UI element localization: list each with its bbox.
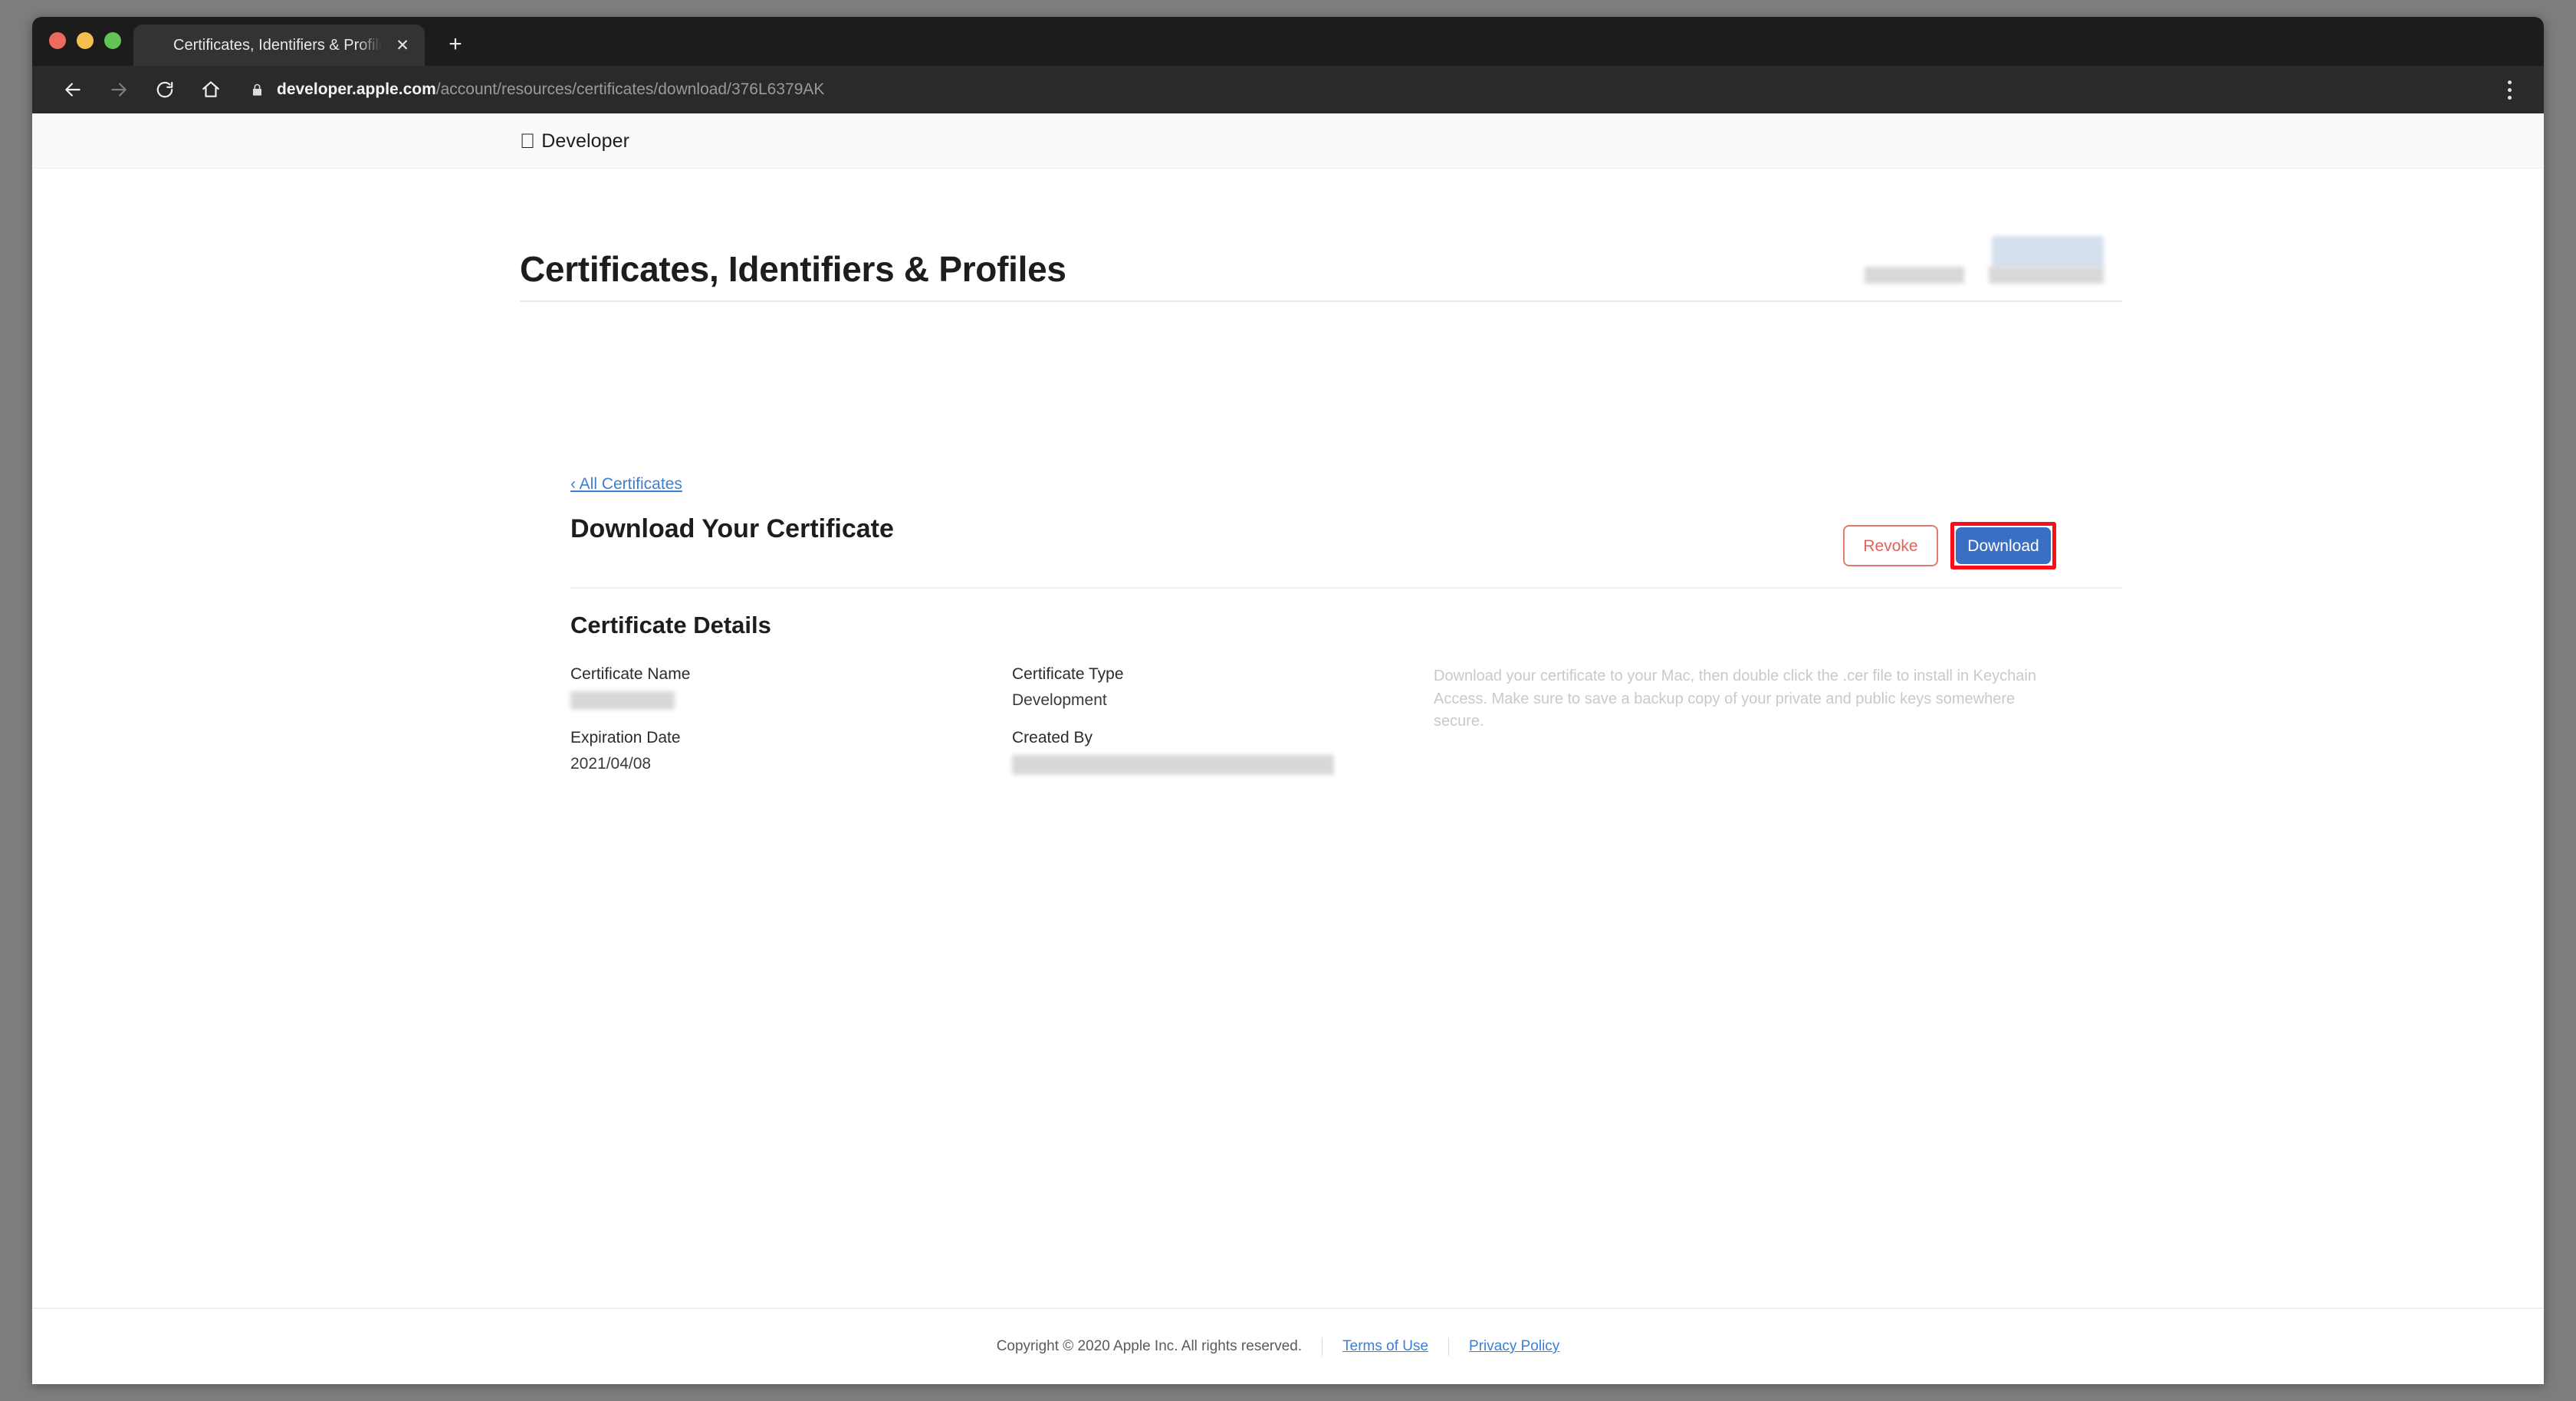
three-dot-menu-icon[interactable] — [2492, 71, 2527, 109]
browser-tab[interactable]: Certificates, Identifiers & Profiles ✕ — [133, 25, 425, 66]
maximize-window-button[interactable] — [104, 32, 121, 49]
url-path: /account/resources/certificates/download… — [435, 80, 825, 98]
revoke-button[interactable]: Revoke — [1843, 525, 1938, 566]
created-by-redacted — [1012, 755, 1334, 775]
tab-strip: Certificates, Identifiers & Profiles ✕ + — [32, 17, 2544, 66]
field-label: Certificate Type — [1012, 665, 1124, 683]
download-button-highlight: Download — [1950, 522, 2056, 569]
details-heading: Certificate Details — [570, 612, 771, 638]
browser-toolbar: developer.apple.com/account/resources/ce… — [32, 66, 2544, 113]
section-title: Download Your Certificate — [570, 514, 894, 543]
back-arrow-icon[interactable] — [52, 69, 94, 110]
account-badge-redacted — [1992, 236, 2104, 268]
forward-arrow-icon[interactable] — [98, 69, 140, 110]
field-value: 2021/04/08 — [570, 755, 652, 773]
page-footer: Copyright © 2020 Apple Inc. All rights r… — [32, 1307, 2544, 1384]
brand-label: Developer — [526, 130, 629, 152]
account-name-redacted — [1865, 267, 1964, 284]
footer-copyright: Copyright © 2020 Apple Inc. All rights r… — [996, 1338, 1303, 1354]
field-label: Expiration Date — [570, 729, 681, 746]
lock-icon — [250, 83, 264, 97]
privacy-policy-link[interactable]: Privacy Policy — [1449, 1338, 1579, 1355]
download-button[interactable]: Download — [1956, 527, 2051, 564]
title-divider — [520, 300, 2122, 302]
menu-dot — [2507, 80, 2512, 84]
url-text: developer.apple.com/account/resources/ce… — [277, 80, 824, 99]
reload-icon[interactable] — [144, 69, 186, 110]
home-icon[interactable] — [190, 69, 232, 110]
terms-of-use-link[interactable]: Terms of Use — [1322, 1338, 1448, 1355]
download-help-text: Download your certificate to your Mac, t… — [1434, 668, 2036, 730]
field-created-by: Created By — [1012, 729, 1334, 775]
menu-dot — [2507, 87, 2512, 92]
field-certificate-name: Certificate Name — [570, 665, 690, 710]
certificate-name-redacted — [570, 691, 675, 710]
apple-icon — [147, 37, 164, 54]
page-title: Certificates, Identifiers & Profiles — [520, 249, 1066, 289]
page-viewport:  Developer Certificates, Identifiers & … — [32, 113, 2544, 1384]
url-bar[interactable]: developer.apple.com/account/resources/ce… — [250, 73, 2487, 107]
apple-icon:  — [520, 131, 535, 152]
apple-developer-logo[interactable]:  Developer — [520, 130, 629, 153]
field-certificate-type: Certificate Type Development — [1012, 665, 1124, 710]
minimize-window-button[interactable] — [77, 32, 94, 49]
close-icon[interactable]: ✕ — [391, 34, 414, 57]
tab-title: Certificates, Identifiers & Profiles — [173, 36, 382, 54]
window-traffic-lights — [32, 32, 133, 66]
breadcrumb-all-certificates[interactable]: ‹ All Certificates — [570, 475, 682, 494]
site-header:  Developer — [32, 113, 2544, 284]
new-tab-button[interactable]: + — [435, 25, 475, 64]
action-buttons: Revoke Download — [1843, 522, 2056, 569]
field-label: Certificate Name — [570, 665, 691, 683]
details-divider — [570, 587, 2122, 589]
close-window-button[interactable] — [49, 32, 66, 49]
browser-window: Certificates, Identifiers & Profiles ✕ + — [32, 17, 2544, 1384]
account-team-redacted — [1989, 267, 2104, 284]
field-expiration-date: Expiration Date 2021/04/08 — [570, 729, 681, 773]
field-label: Created By — [1012, 729, 1093, 746]
field-value: Development — [1012, 691, 1107, 709]
url-domain: developer.apple.com — [277, 80, 436, 98]
menu-dot — [2507, 95, 2512, 100]
